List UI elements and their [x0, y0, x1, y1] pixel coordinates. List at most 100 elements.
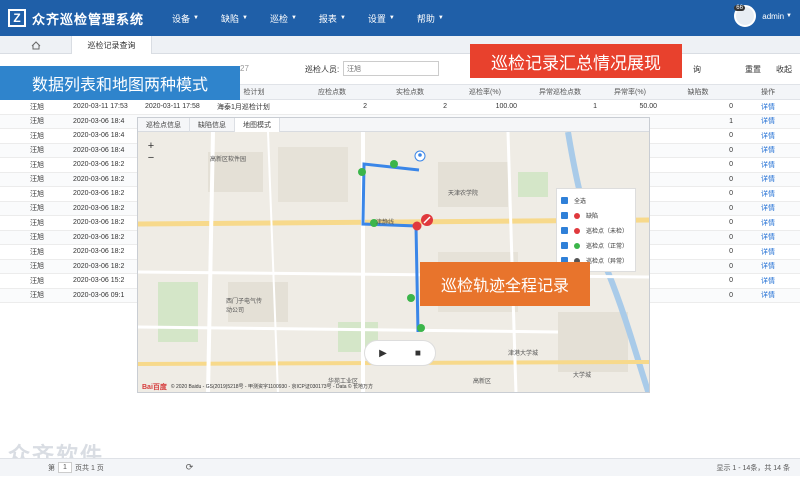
nav-report[interactable]: 报表 ▼: [319, 12, 346, 25]
play-icon[interactable]: ▶: [379, 348, 387, 359]
date-end-value[interactable]: 27: [240, 64, 249, 73]
detail-link[interactable]: 详情: [736, 189, 800, 199]
detail-link[interactable]: 详情: [736, 218, 800, 228]
checkpoint-normal[interactable]: [390, 160, 398, 168]
map-label: 津静线: [376, 220, 395, 226]
column-header: 实检点数: [396, 89, 424, 96]
caret-down-icon: ▼: [242, 15, 248, 21]
table-row: 汪旭 2020-03-11 17:53 2020-03-11 17:58 海泰1月巡检…: [0, 100, 800, 115]
nav-settings[interactable]: 设置 ▼: [368, 12, 395, 25]
table-cell: 汪旭: [30, 248, 44, 256]
legend-unchecked[interactable]: 巡检点（未检）: [561, 223, 631, 238]
table-cell: 汪旭: [30, 118, 44, 126]
map-label: 高新区软件园: [210, 157, 247, 163]
legend-defect[interactable]: 缺陷: [561, 208, 631, 223]
checkbox-icon[interactable]: [561, 242, 568, 249]
callout-track: 巡检轨迹全程记录: [420, 262, 590, 306]
table-cell: 2020-03-06 18:2: [73, 175, 125, 183]
collapse-button[interactable]: 收起: [776, 64, 792, 75]
detail-link[interactable]: 详情: [736, 174, 800, 184]
detail-link[interactable]: 详情: [736, 290, 800, 300]
table-cell: 1: [729, 117, 733, 125]
map-block: [438, 162, 508, 207]
column-header: 异常巡检点数: [539, 89, 581, 96]
checkpoint-normal[interactable]: [417, 324, 425, 332]
query-button[interactable]: 询: [693, 64, 701, 75]
table-cell: 0: [729, 233, 733, 241]
nav-device[interactable]: 设备 ▼: [172, 12, 199, 25]
legend-select-all[interactable]: 全选: [561, 193, 631, 208]
callout-list-map-modes: 数据列表和地图两种模式: [0, 66, 240, 100]
checkbox-icon[interactable]: [561, 197, 568, 204]
zoom-in-button[interactable]: +: [148, 140, 154, 152]
table-cell: 0: [729, 146, 733, 154]
detail-link[interactable]: 详情: [736, 232, 800, 242]
location-marker-icon[interactable]: [414, 150, 426, 162]
reset-button[interactable]: 重置: [745, 64, 761, 75]
tab-checkpoint-info[interactable]: 巡检点信息: [138, 118, 190, 132]
table-cell: 100.00: [495, 103, 517, 111]
table-cell: 汪旭: [30, 292, 44, 300]
tab-home[interactable]: [0, 36, 72, 54]
zoom-out-button[interactable]: −: [148, 152, 154, 164]
table-cell: 0: [729, 219, 733, 227]
detail-link[interactable]: 详情: [736, 131, 800, 141]
map-green-area: [158, 282, 198, 342]
green-dot-icon: [574, 242, 580, 249]
table-cell: 海泰1月巡检计划: [217, 103, 270, 111]
map-legend: 全选 缺陷 巡检点（未检） 巡检点（正常） 巡检点（异常）: [556, 188, 636, 272]
table-cell: 2020-03-11 17:53: [73, 103, 128, 111]
user-menu[interactable]: 66 admin ▼: [734, 5, 792, 27]
detail-link[interactable]: 详情: [736, 247, 800, 257]
detail-link[interactable]: 详情: [736, 145, 800, 155]
detail-link[interactable]: 详情: [736, 116, 800, 126]
table-cell: 2020-03-06 18:4: [73, 117, 125, 125]
table-cell: 0: [729, 204, 733, 212]
detail-link[interactable]: 详情: [736, 261, 800, 271]
table-cell: 汪旭: [30, 132, 44, 140]
checkpoint-unchecked[interactable]: [412, 221, 422, 231]
table-cell: 汪旭: [30, 176, 44, 184]
detail-link[interactable]: 详情: [736, 102, 800, 112]
caret-down-icon: ▼: [290, 15, 297, 21]
page-number-input[interactable]: 1: [58, 462, 72, 473]
stop-icon[interactable]: ■: [415, 348, 421, 359]
column-header: 巡检率(%): [469, 89, 501, 96]
tab-inspection-record-query[interactable]: 巡检记录查询: [72, 36, 152, 54]
checkbox-icon[interactable]: [561, 227, 568, 234]
map-copyright: Bai百度 © 2020 Baidu - GS(2019)5218号 - 甲测资…: [142, 383, 373, 391]
tab-map-mode[interactable]: 地图模式: [235, 118, 280, 132]
refresh-icon[interactable]: ⟳: [186, 462, 194, 473]
table-cell: 2020-03-06 18:4: [73, 146, 125, 154]
inspector-input[interactable]: [343, 61, 439, 76]
map-label: 天津农学院: [448, 191, 479, 197]
map-green-area: [518, 172, 548, 197]
detail-link[interactable]: 详情: [736, 276, 800, 286]
table-cell: 汪旭: [30, 147, 44, 155]
defect-icon[interactable]: [421, 214, 433, 226]
zoom-control: + −: [144, 140, 158, 170]
nav-defect[interactable]: 缺陷 ▼: [221, 12, 248, 25]
red-dot-icon: [574, 227, 580, 234]
detail-link[interactable]: 详情: [736, 203, 800, 213]
avatar[interactable]: 66: [734, 5, 757, 27]
detail-link[interactable]: 详情: [736, 160, 800, 170]
nav-help[interactable]: 帮助 ▼: [417, 12, 444, 25]
table-cell: 1: [593, 103, 597, 111]
checkbox-icon[interactable]: [561, 212, 568, 219]
home-icon: [31, 40, 40, 49]
table-cell: 2020-03-06 18:2: [73, 161, 125, 169]
table-cell: 2020-03-06 18:4: [73, 132, 125, 140]
table-cell: 2020-03-06 18:2: [73, 219, 125, 227]
legend-normal[interactable]: 巡检点（正常）: [561, 238, 631, 253]
baidu-logo: Bai百度: [142, 383, 167, 391]
checkpoint-normal[interactable]: [407, 294, 415, 302]
table-cell: 0: [729, 291, 733, 299]
table-cell: 0: [729, 161, 733, 169]
tab-defect-info[interactable]: 缺陷信息: [190, 118, 235, 132]
column-header: 操作: [761, 89, 775, 96]
checkpoint-normal[interactable]: [358, 168, 366, 176]
caret-down-icon: ▼: [388, 15, 395, 21]
nav-inspection[interactable]: 巡检 ▼: [270, 12, 297, 25]
map-panel[interactable]: 巡检点信息 缺陷信息 地图模式 高新区软件园 天津农学院 津静线 西门子电气传动…: [137, 117, 650, 393]
